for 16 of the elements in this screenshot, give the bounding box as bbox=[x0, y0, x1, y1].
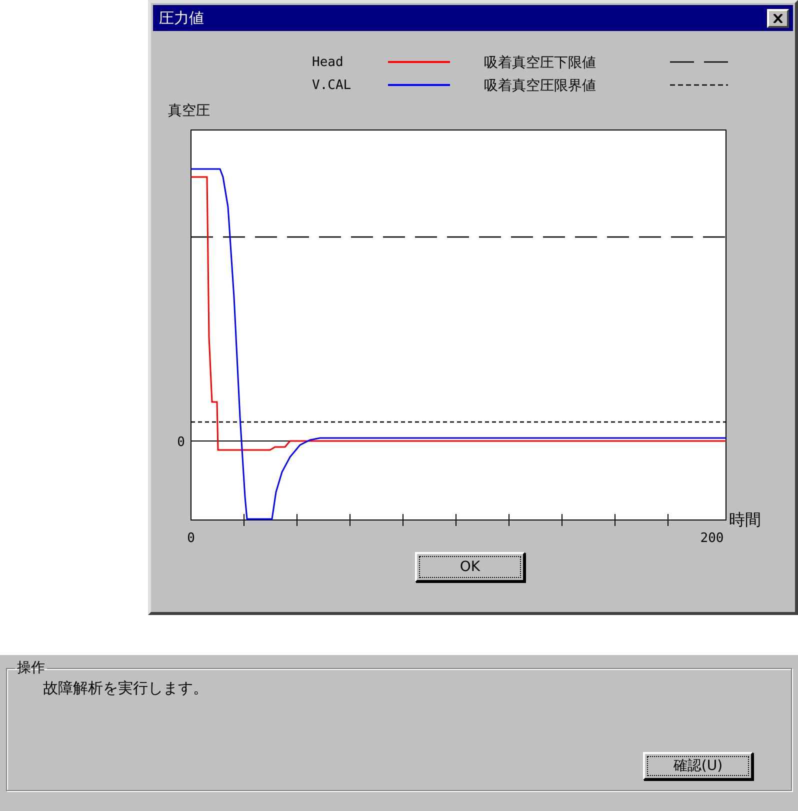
x-tick-label: 200 bbox=[700, 531, 724, 546]
operation-message: 故障解析を実行します。 bbox=[43, 679, 209, 698]
legend-label: Head bbox=[312, 55, 344, 70]
legend-label: 吸着真空圧限界値 bbox=[484, 78, 596, 94]
window-title: 圧力値 bbox=[159, 8, 204, 28]
legend-label: 吸着真空圧下限値 bbox=[484, 55, 596, 71]
x-axis-label: 時間 bbox=[729, 510, 761, 529]
close-button[interactable] bbox=[767, 8, 789, 28]
confirm-button[interactable]: 確認(U) bbox=[643, 752, 753, 780]
close-icon bbox=[773, 14, 783, 22]
group-title: 操作 bbox=[16, 659, 46, 677]
ok-button[interactable]: OK bbox=[415, 552, 525, 582]
legend-label: V.CAL bbox=[312, 78, 352, 93]
x-tick-label: 0 bbox=[187, 531, 195, 546]
y-axis-label: 真空圧 bbox=[168, 103, 210, 119]
y-tick-label: 0 bbox=[177, 435, 185, 450]
